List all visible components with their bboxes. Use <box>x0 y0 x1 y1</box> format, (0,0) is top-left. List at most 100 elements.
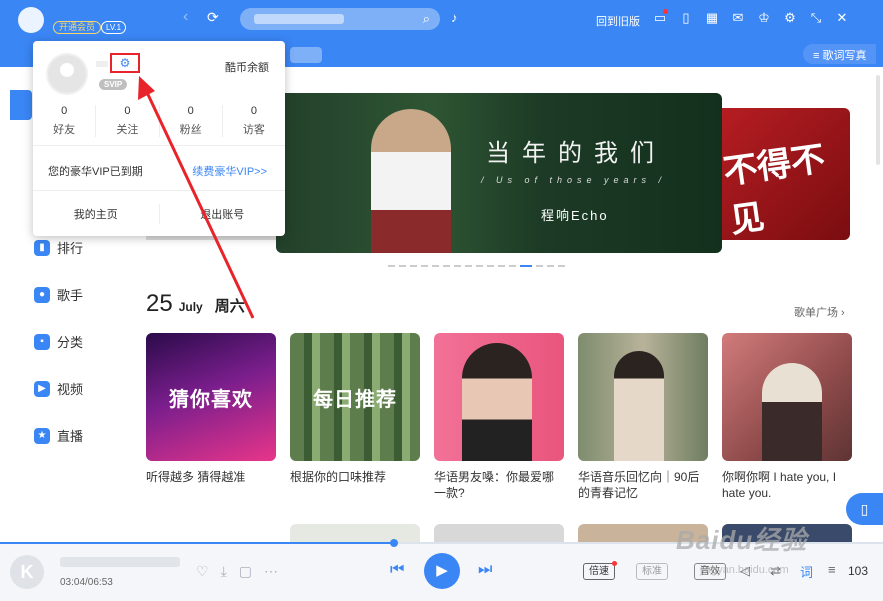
playlist-cover[interactable] <box>578 333 708 461</box>
banner-dot[interactable] <box>487 265 494 267</box>
playlist-title[interactable]: 华语男友嗓：你最爱哪一款? <box>434 469 564 501</box>
banner-dot[interactable] <box>421 265 428 267</box>
banner-dot[interactable] <box>465 265 472 267</box>
stat-label: 好友 <box>53 124 76 136</box>
title-bar: 开通会员 LV.1 ‹ ⟳ ⌕ ♪ 回到旧版 ▭ ▯ ▦ ✉ ♔ ⚙ ⤡ ✕ <box>0 0 883 40</box>
playlist-cover[interactable] <box>722 333 852 461</box>
sidebar-item-singer[interactable]: ● 歌手 <box>34 285 83 304</box>
lyric-photo-button[interactable]: ≡ 歌词写真 <box>803 44 877 64</box>
old-version-link[interactable]: 回到旧版 <box>596 13 640 29</box>
playlist-cover[interactable]: 每日推荐 <box>290 333 420 461</box>
stat-following[interactable]: 0 关注 <box>96 105 160 137</box>
minimize-icon[interactable]: ⤡ <box>808 10 824 26</box>
playlist-card[interactable]: 华语男友嗓：你最爱哪一款? <box>434 333 564 501</box>
comment-icon[interactable]: ▢ <box>239 563 252 580</box>
banner-dot[interactable] <box>443 265 450 267</box>
logout-link[interactable]: 退出账号 <box>160 206 286 222</box>
tv-icon[interactable]: ▭ <box>652 9 668 26</box>
my-homepage-link[interactable]: 我的主页 <box>33 206 159 222</box>
mail-icon[interactable]: ✉ <box>730 10 746 26</box>
now-playing-title[interactable] <box>60 557 180 567</box>
phone-icon[interactable]: ▯ <box>678 10 694 26</box>
voice-search-icon[interactable]: ♪ <box>451 10 458 25</box>
gear-icon[interactable]: ⚙ <box>782 10 798 26</box>
grid-icon[interactable]: ▦ <box>704 10 720 26</box>
banner-dot[interactable] <box>454 265 461 267</box>
search-input[interactable]: ⌕ <box>240 8 440 30</box>
playlist-card[interactable]: 华语音乐回忆向｜90后的青春记忆 <box>578 333 708 501</box>
next-icon[interactable]: ⏭ <box>478 561 492 579</box>
banner-dot[interactable] <box>498 265 505 267</box>
banner-dot[interactable] <box>388 265 395 267</box>
banner-dot[interactable] <box>410 265 417 267</box>
banner-dot[interactable] <box>399 265 406 267</box>
banner-dot[interactable] <box>509 265 516 267</box>
open-vip-button[interactable]: 开通会员 <box>53 21 102 34</box>
playlist-title[interactable]: 你啊你啊 I hate you, I hate you. <box>722 469 852 501</box>
speed-button[interactable]: 倍速 <box>583 561 617 580</box>
play-time: 03:04/06:53 <box>60 577 113 588</box>
search-placeholder <box>254 14 344 24</box>
quality-button[interactable]: 标准 <box>636 563 668 580</box>
playlist-card[interactable]: 你啊你啊 I hate you, I hate you. <box>722 333 852 501</box>
sidebar-item-ranking[interactable]: ▮ 排行 <box>34 238 83 257</box>
sidebar-item-category[interactable]: ▪ 分类 <box>34 332 83 351</box>
coin-balance-link[interactable]: 酷币余额 <box>225 59 269 75</box>
stat-label: 访客 <box>242 124 265 136</box>
banner-dot[interactable] <box>558 265 565 267</box>
banner-next[interactable]: 不得不见 <box>722 108 850 240</box>
banner-main[interactable]: 当年的我们 / Us of those years / 程响Echo <box>276 93 722 253</box>
sidebar-item-label: 直播 <box>57 429 84 444</box>
playlist-title[interactable]: 听得越多 猜得越准 <box>146 469 276 485</box>
playlist-count: 103 <box>848 564 869 578</box>
play-button[interactable]: ▶ <box>424 553 460 589</box>
progress-knob[interactable] <box>389 539 398 547</box>
renew-vip-link[interactable]: 续费豪华VIP>> <box>192 163 267 179</box>
playlist-card-next[interactable] <box>434 524 564 542</box>
banner-dot-active[interactable] <box>520 265 532 267</box>
banner-dot[interactable] <box>536 265 543 267</box>
playlist-square-link[interactable]: 歌单广场 › <box>794 304 845 320</box>
sidebar-active-indicator <box>10 90 32 120</box>
more-icon[interactable]: ⋯ <box>264 563 278 580</box>
vip-status-row: 您的豪华VIP已到期 续费豪华VIP>> <box>33 145 285 191</box>
download-icon[interactable]: ⤓ <box>221 563 227 580</box>
sidebar-item-live[interactable]: ★ 直播 <box>34 426 83 445</box>
search-icon[interactable]: ⌕ <box>423 11 430 27</box>
playlist-cover[interactable] <box>434 333 564 461</box>
banner-dot[interactable] <box>432 265 439 267</box>
stat-friends[interactable]: 0 好友 <box>33 105 97 137</box>
scrollbar[interactable] <box>876 75 880 165</box>
stat-fans[interactable]: 0 粉丝 <box>160 105 223 137</box>
phone-icon: ▯ <box>860 501 869 517</box>
skin-icon[interactable]: ♔ <box>756 10 772 26</box>
lyric-icon[interactable]: 词 <box>800 562 813 581</box>
playlist-icon[interactable]: ≡ <box>828 562 836 577</box>
banner-dot[interactable] <box>547 265 554 267</box>
playlist-title[interactable]: 根据你的口味推荐 <box>290 469 420 485</box>
cover-text: 猜你喜欢 <box>169 389 253 411</box>
playlist-card-next[interactable] <box>290 524 420 542</box>
playlist-cover[interactable]: 猜你喜欢 <box>146 333 276 461</box>
progress-fill <box>0 542 394 544</box>
stat-visitors[interactable]: 0 访客 <box>223 105 285 137</box>
heart-icon[interactable]: ♡ <box>196 563 209 580</box>
playlist-title[interactable]: 华语音乐回忆向｜90后的青春记忆 <box>578 469 708 501</box>
float-phone-button[interactable]: ▯ <box>846 493 883 525</box>
now-playing-cover[interactable]: K <box>10 555 44 589</box>
close-icon[interactable]: ✕ <box>834 10 850 26</box>
refresh-icon[interactable]: ⟳ <box>207 9 219 26</box>
sidebar-item-video[interactable]: ▶ 视频 <box>34 379 83 398</box>
stat-label: 粉丝 <box>179 124 202 136</box>
playlist-card[interactable]: 猜你喜欢 听得越多 猜得越准 <box>146 333 276 485</box>
banner-dot[interactable] <box>476 265 483 267</box>
panel-username <box>96 61 108 67</box>
playlist-card[interactable]: 每日推荐 根据你的口味推荐 <box>290 333 420 485</box>
back-icon[interactable]: ‹ <box>183 8 188 26</box>
previous-icon[interactable]: ⏮ <box>390 561 404 579</box>
user-stats: 0 好友 0 关注 0 粉丝 0 访客 <box>33 105 285 137</box>
user-avatar[interactable] <box>18 7 44 33</box>
settings-gear-icon[interactable]: ⚙ <box>110 53 140 73</box>
tab-item[interactable] <box>290 47 322 63</box>
panel-avatar[interactable] <box>46 53 88 95</box>
